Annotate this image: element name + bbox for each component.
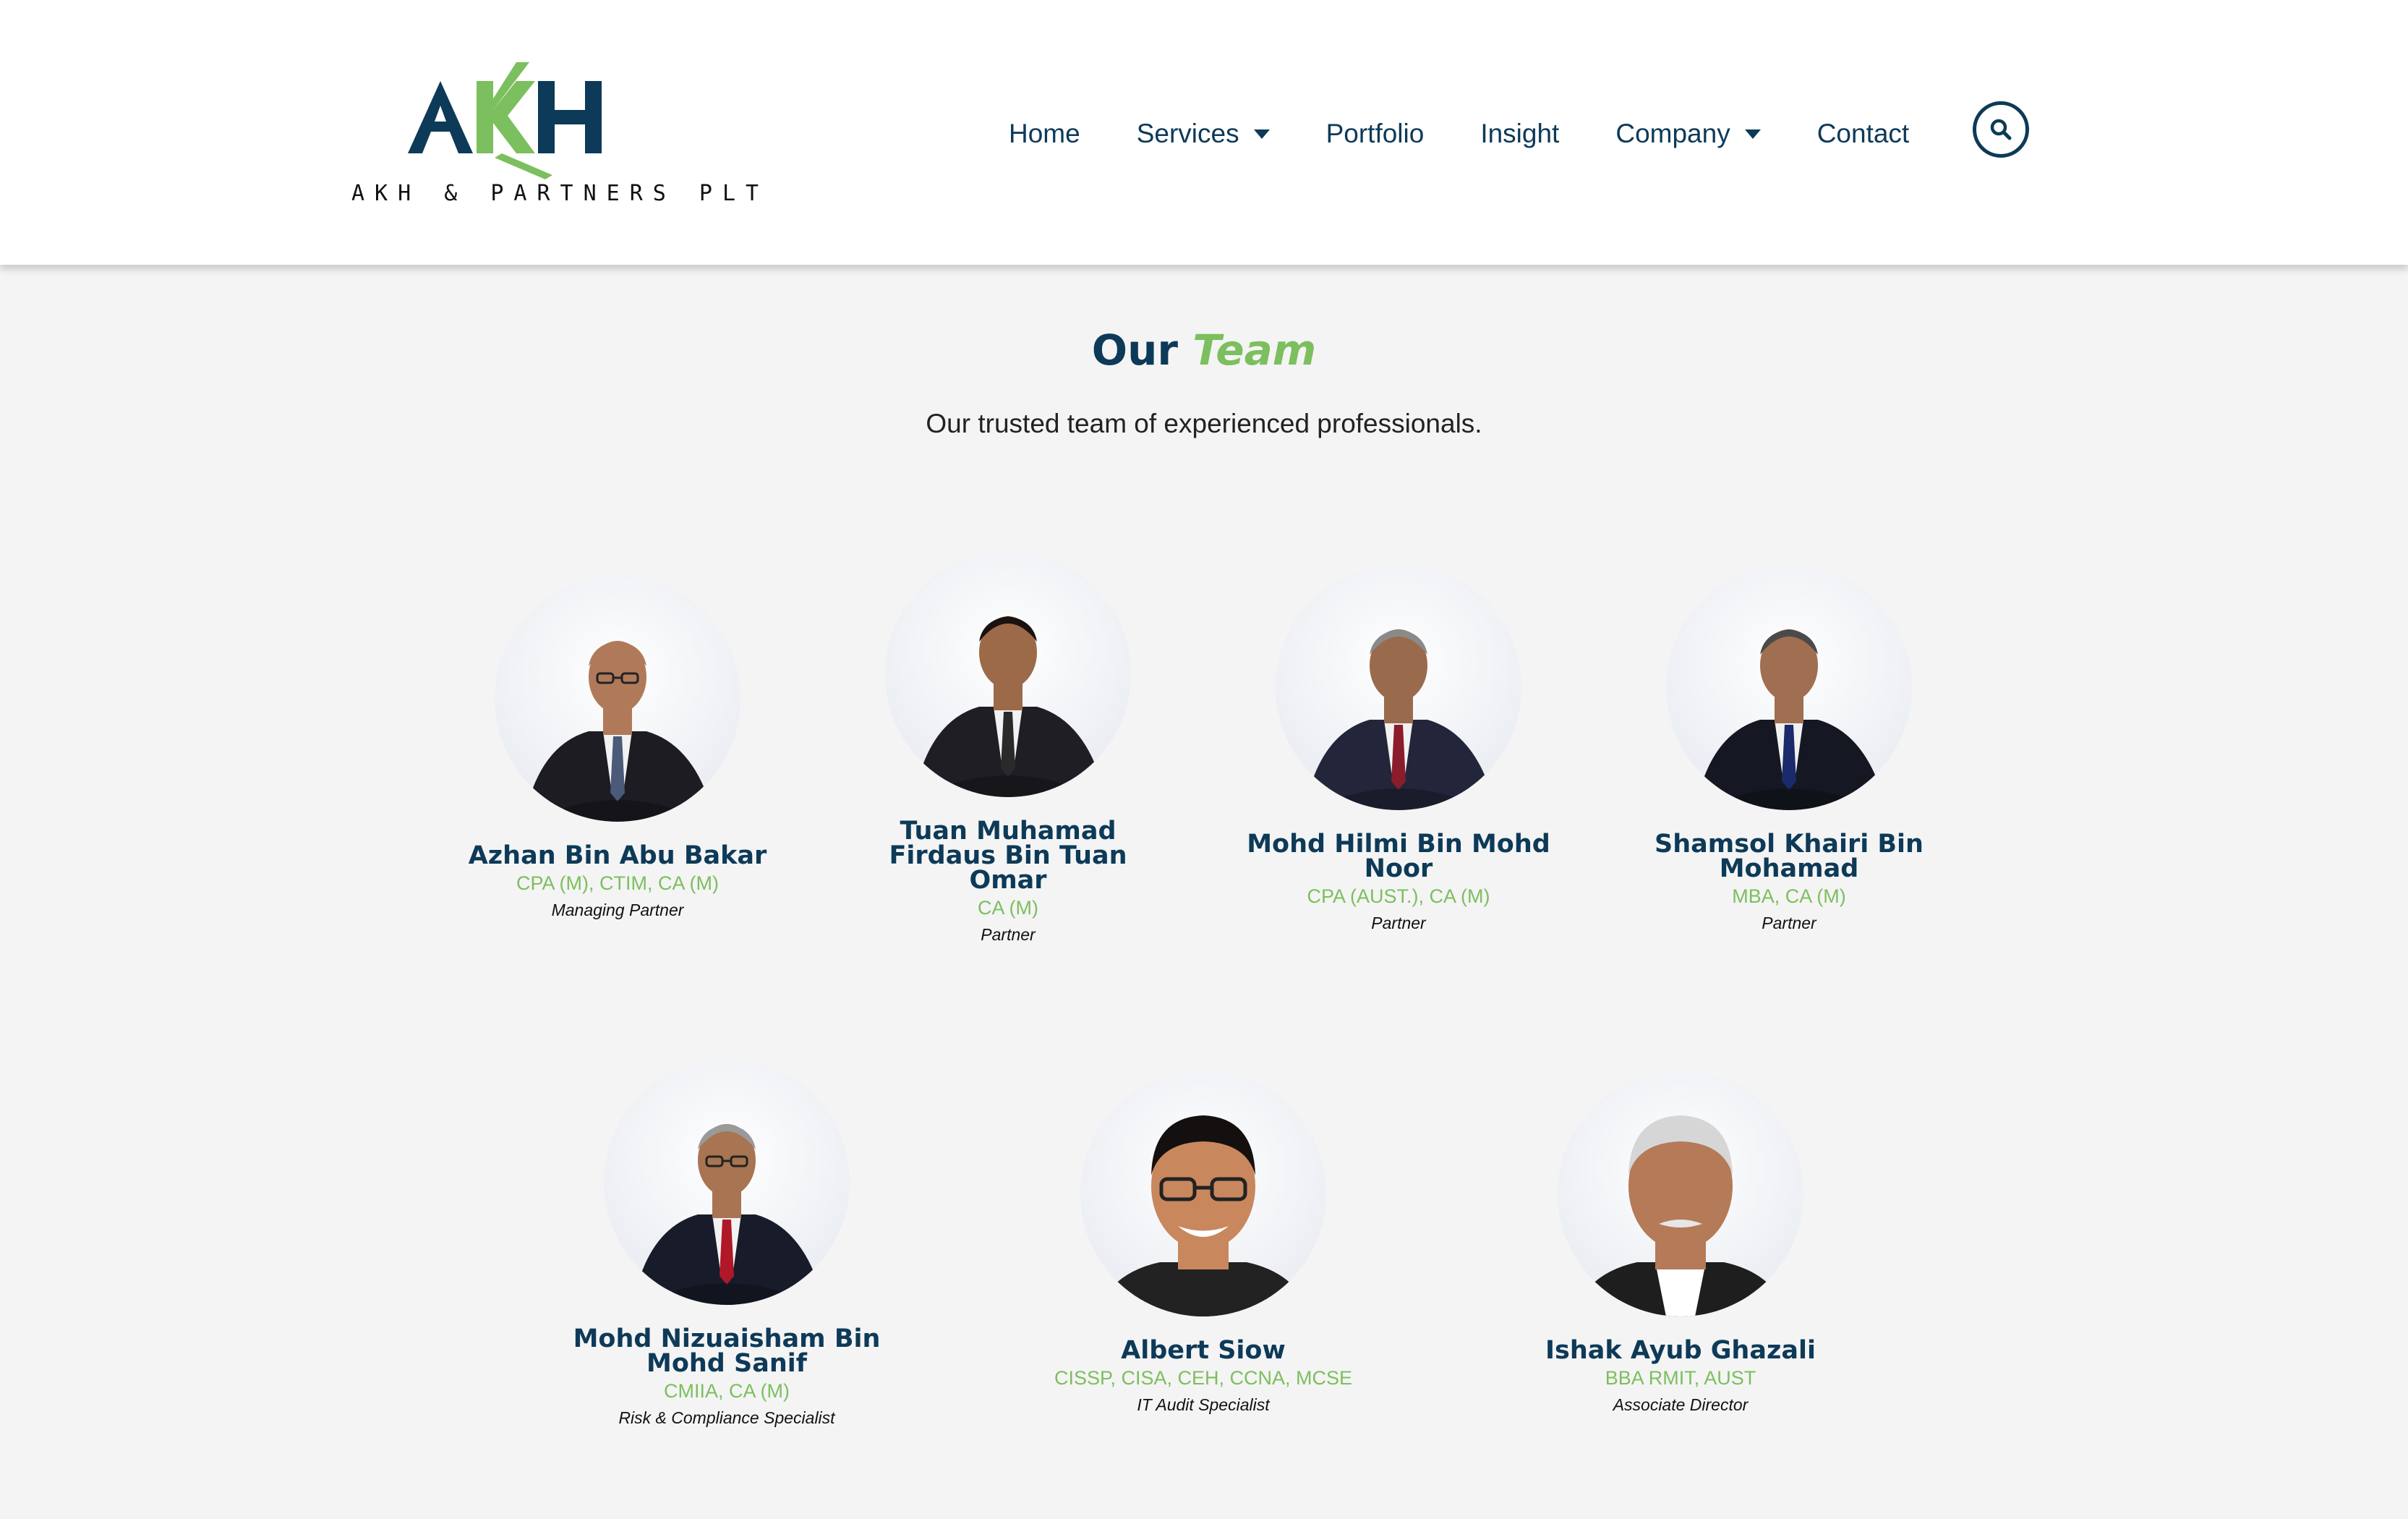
member-name: Mohd Hilmi Bin Mohd Noor [1247, 830, 1550, 883]
member-credentials: CA (M) [978, 897, 1038, 919]
team-member-card[interactable]: Mohd Nizuaisham Bin Mohd Sanif CMIIA, CA… [524, 1059, 929, 1428]
nav-contact[interactable]: Contact [1817, 119, 1910, 149]
portrait-illustration [1305, 629, 1496, 810]
site-header: AKH & PARTNERS PLT Home Services Portfol… [0, 0, 2408, 265]
section-title: Our Team [0, 326, 2408, 375]
member-role: Partner [1371, 914, 1426, 932]
nav-company-label: Company [1615, 119, 1730, 148]
section-subtitle: Our trusted team of experienced professi… [926, 409, 1482, 438]
member-name: Tuan Muhamad Firdaus Bin Tuan Omar [889, 817, 1127, 895]
caret-down-icon [1253, 129, 1270, 139]
section-title-part1: Our [1091, 326, 1178, 375]
member-photo [495, 576, 740, 822]
team-member-card[interactable]: Albert Siow CISSP, CISA, CEH, CCNA, MCSE… [1001, 1071, 1406, 1415]
nav-home-label: Home [1009, 119, 1080, 148]
member-credentials: CISSP, CISA, CEH, CCNA, MCSE [1054, 1367, 1353, 1389]
team-member-card[interactable]: Ishak Ayub Ghazali BBA RMIT, AUST Associ… [1478, 1071, 1883, 1415]
nav-company[interactable]: Company [1615, 119, 1761, 149]
logo-mark [408, 62, 602, 179]
portrait-illustration [914, 616, 1106, 797]
nav-services-label: Services [1136, 119, 1239, 148]
member-photo [1276, 564, 1521, 810]
member-role: Managing Partner [551, 901, 684, 919]
search-button[interactable] [1973, 101, 2029, 158]
member-credentials: CPA (M), CTIM, CA (M) [516, 872, 719, 894]
nav-portfolio[interactable]: Portfolio [1326, 119, 1425, 149]
section-title-part2: Team [1192, 326, 1317, 375]
akh-logo[interactable]: AKH & PARTNERS PLT [351, 59, 769, 211]
caret-down-icon [1744, 129, 1761, 139]
member-credentials: BBA RMIT, AUST [1605, 1367, 1756, 1389]
main-nav: Home Services Portfolio Insight Company … [1009, 109, 1909, 159]
member-role: Partner [1762, 914, 1816, 932]
member-name: Mohd Nizuaisham Bin Mohd Sanif [573, 1324, 881, 1378]
team-member-card[interactable]: Azhan Bin Abu Bakar CPA (M), CTIM, CA (M… [415, 576, 820, 920]
logo-tagline: AKH & PARTNERS PLT [351, 181, 769, 206]
member-photo [604, 1059, 850, 1305]
member-role: Partner [981, 925, 1036, 944]
portrait-illustration [1695, 629, 1887, 810]
team-member-card[interactable]: Mohd Hilmi Bin Mohd Noor CPA (AUST.), CA… [1196, 564, 1601, 933]
member-name: Albert Siow [1121, 1336, 1286, 1365]
portrait-illustration [1572, 1115, 1789, 1316]
team-member-card[interactable]: Shamsol Khairi Bin Mohamad MBA, CA (M) P… [1587, 564, 1991, 933]
member-role: Risk & Compliance Specialist [618, 1408, 835, 1427]
nav-portfolio-label: Portfolio [1325, 119, 1425, 148]
portrait-illustration [1095, 1115, 1312, 1316]
member-photo [1080, 1071, 1326, 1316]
member-role: Associate Director [1613, 1395, 1749, 1414]
nav-insight-label: Insight [1480, 119, 1560, 148]
search-icon [1990, 119, 2012, 140]
member-photo [1666, 564, 1912, 810]
member-name: Azhan Bin Abu Bakar [468, 841, 767, 870]
team-member-card[interactable]: Tuan Muhamad Firdaus Bin Tuan Omar CA (M… [806, 551, 1211, 945]
portrait-illustration [524, 641, 715, 822]
member-credentials: MBA, CA (M) [1732, 885, 1846, 907]
nav-services[interactable]: Services [1137, 119, 1270, 149]
nav-insight[interactable]: Insight [1480, 119, 1559, 149]
member-credentials: CPA (AUST.), CA (M) [1307, 885, 1490, 907]
member-photo [885, 551, 1131, 797]
member-credentials: CMIIA, CA (M) [664, 1380, 790, 1402]
member-role: IT Audit Specialist [1137, 1395, 1270, 1414]
member-name: Ishak Ayub Ghazali [1545, 1336, 1816, 1365]
nav-home[interactable]: Home [1009, 119, 1080, 149]
member-photo [1558, 1071, 1803, 1316]
member-name: Shamsol Khairi Bin Mohamad [1655, 830, 1924, 883]
portrait-illustration [633, 1124, 824, 1305]
nav-contact-label: Contact [1816, 119, 1910, 148]
